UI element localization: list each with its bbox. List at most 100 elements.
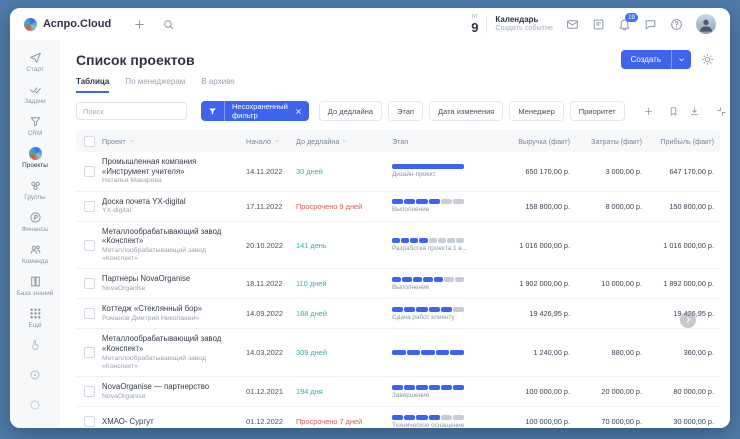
deadline-cell: 188 дней xyxy=(296,309,392,318)
calendar-create-event[interactable]: Создать событие xyxy=(495,24,553,33)
project-name: Промышленная компания «Инструмент учител… xyxy=(102,157,238,176)
select-all-checkbox[interactable] xyxy=(84,136,95,147)
sidebar-item-7[interactable]: База знаний xyxy=(10,270,60,302)
column-header-1[interactable]: Начало xyxy=(246,137,296,146)
row-checkbox[interactable] xyxy=(84,308,95,319)
plus-icon[interactable] xyxy=(643,106,654,117)
table-row[interactable]: NovaOrganise — партнерствоNovaOrganise01… xyxy=(76,377,720,407)
project-subtitle: NovaOrganise xyxy=(102,285,238,293)
project-name: NovaOrganise — партнерство xyxy=(102,382,238,392)
profit-cell: 647 170,00 р. xyxy=(642,167,720,176)
view-tabs: Таблица По менеджерам В архиве xyxy=(76,77,714,93)
hand-pointer-icon[interactable] xyxy=(29,338,41,356)
column-header-6: Прибыль (факт) xyxy=(642,137,720,146)
column-header-2[interactable]: До дедлайна xyxy=(296,137,392,146)
tab-0[interactable]: Таблица xyxy=(76,77,109,93)
row-checkbox[interactable] xyxy=(84,166,95,177)
search-icon[interactable] xyxy=(162,18,175,31)
start-date: 18.11.2022 xyxy=(246,279,296,288)
row-checkbox[interactable] xyxy=(84,201,95,212)
filter-button-3[interactable]: Менеджер xyxy=(509,101,563,121)
more-icon xyxy=(29,307,42,320)
project-subtitle: Металлообрабатывающий завод «Конспект» xyxy=(102,355,238,371)
sidebar-item-4[interactable]: Группы xyxy=(10,174,60,206)
table-row[interactable]: Коттедж «Стеклянный бор»Романов Дмитрий … xyxy=(76,299,720,329)
column-header-label: Прибыль (факт) xyxy=(660,137,714,146)
help-icon[interactable] xyxy=(670,18,683,31)
revenue-cell: 1 902 000,00 р. xyxy=(494,279,570,288)
row-checkbox[interactable] xyxy=(84,386,95,397)
revenue-cell: 100 000,00 р. xyxy=(494,387,570,396)
row-checkbox[interactable] xyxy=(84,347,95,358)
table-row[interactable]: Металлообрабатывающий завод «Конспект»Ме… xyxy=(76,329,720,377)
revenue-cell: 1 016 000,00 р. xyxy=(494,241,570,250)
sidebar-item-0[interactable]: Старт xyxy=(10,46,60,78)
column-header-4: Выручка (факт) xyxy=(494,137,570,146)
filter-button-2[interactable]: Дата изменения xyxy=(429,101,503,121)
close-icon[interactable] xyxy=(295,108,309,115)
dashed-circle-icon[interactable] xyxy=(29,398,41,416)
start-date: 17.11.2022 xyxy=(246,202,296,211)
column-header-3: Этап xyxy=(392,137,494,146)
costs-cell: 3 000,00 р. xyxy=(570,167,642,176)
calendar-widget[interactable]: пт 9 Календарь Создать событие xyxy=(471,14,553,34)
sidebar-item-8[interactable]: Ещё xyxy=(10,302,60,334)
plus-icon[interactable] xyxy=(133,18,146,31)
stage-progress-bar xyxy=(392,415,464,420)
row-checkbox[interactable] xyxy=(84,278,95,289)
settings-gear-icon[interactable] xyxy=(701,53,714,66)
tab-1[interactable]: По менеджерам xyxy=(125,77,185,93)
scroll-right-button[interactable] xyxy=(680,312,696,328)
column-header-label: До дедлайна xyxy=(296,137,339,146)
table-row[interactable]: Металлообрабатывающий завод «Конспект»Ме… xyxy=(76,222,720,270)
project-cell: Партнеры NovaOrganiseNovaOrganise xyxy=(102,274,246,293)
notes-icon[interactable] xyxy=(592,18,605,31)
filter-button-4[interactable]: Приоритет xyxy=(570,101,625,121)
table-row[interactable]: Партнеры NovaOrganiseNovaOrganise18.11.2… xyxy=(76,269,720,299)
tab-2[interactable]: В архиве xyxy=(201,77,234,93)
row-checkbox[interactable] xyxy=(84,416,95,427)
create-dropdown-caret-icon[interactable] xyxy=(671,50,691,69)
profit-cell: 30 000,00 р. xyxy=(642,417,720,426)
column-header-label: Начало xyxy=(246,137,271,146)
column-header-label: Затраты (факт) xyxy=(591,137,642,146)
user-avatar[interactable] xyxy=(696,14,716,34)
create-button[interactable]: Создать xyxy=(621,50,691,69)
active-filter-chip[interactable]: Несохраненный фильтр xyxy=(201,101,309,121)
table-row[interactable]: Доска почета YX-digitalYX-digital 17.11.2… xyxy=(76,192,720,222)
project-subtitle: YX-digital xyxy=(102,207,238,215)
sidebar: Старт Задачи CRMПроектыГруппыФинансыКоманд… xyxy=(10,40,60,428)
sidebar-item-label: Задачи xyxy=(24,98,45,105)
column-header-0[interactable]: Проект xyxy=(102,137,246,146)
sidebar-item-2[interactable]: CRM xyxy=(10,110,60,142)
mail-icon[interactable] xyxy=(566,18,579,31)
collapse-icon[interactable] xyxy=(716,106,727,117)
funnel-icon xyxy=(201,101,225,121)
table-row[interactable]: ХМАО- Сургут01.12.2022Просрочено 7 днейТ… xyxy=(76,407,720,428)
search-input[interactable] xyxy=(76,102,187,120)
bell-icon[interactable]: 19 xyxy=(618,18,631,31)
target-icon[interactable] xyxy=(29,368,41,386)
sidebar-item-6[interactable]: Команда xyxy=(10,238,60,270)
sidebar-item-1[interactable]: Задачи xyxy=(10,78,60,110)
stage-progress-bar xyxy=(392,277,464,282)
stage-cell: Выполнение xyxy=(392,199,494,213)
deadline-cell: 30 дней xyxy=(296,167,392,176)
download-icon[interactable] xyxy=(689,106,700,117)
start-date: 20.10.2022 xyxy=(246,241,296,250)
caret-down-icon xyxy=(129,138,135,144)
stage-label: Разработка проекта 1 в... xyxy=(392,245,488,252)
start-date: 01.12.2021 xyxy=(246,387,296,396)
sidebar-item-5[interactable]: Финансы xyxy=(10,206,60,238)
filter-button-1[interactable]: Этап xyxy=(388,101,423,121)
sidebar-item-label: Старт xyxy=(26,66,43,73)
filter-button-0[interactable]: До дедлайна xyxy=(319,101,382,121)
row-checkbox[interactable] xyxy=(84,240,95,251)
bookmark-icon[interactable] xyxy=(668,106,679,117)
table-row[interactable]: Промышленная компания «Инструмент учител… xyxy=(76,152,720,192)
chat-icon[interactable] xyxy=(644,18,657,31)
costs-cell: 8 000,00 р. xyxy=(570,202,642,211)
project-name: Доска почета YX-digital xyxy=(102,197,238,207)
sidebar-item-3[interactable]: Проекты xyxy=(10,142,60,174)
stage-label: Сдача работ клиенту xyxy=(392,314,488,321)
